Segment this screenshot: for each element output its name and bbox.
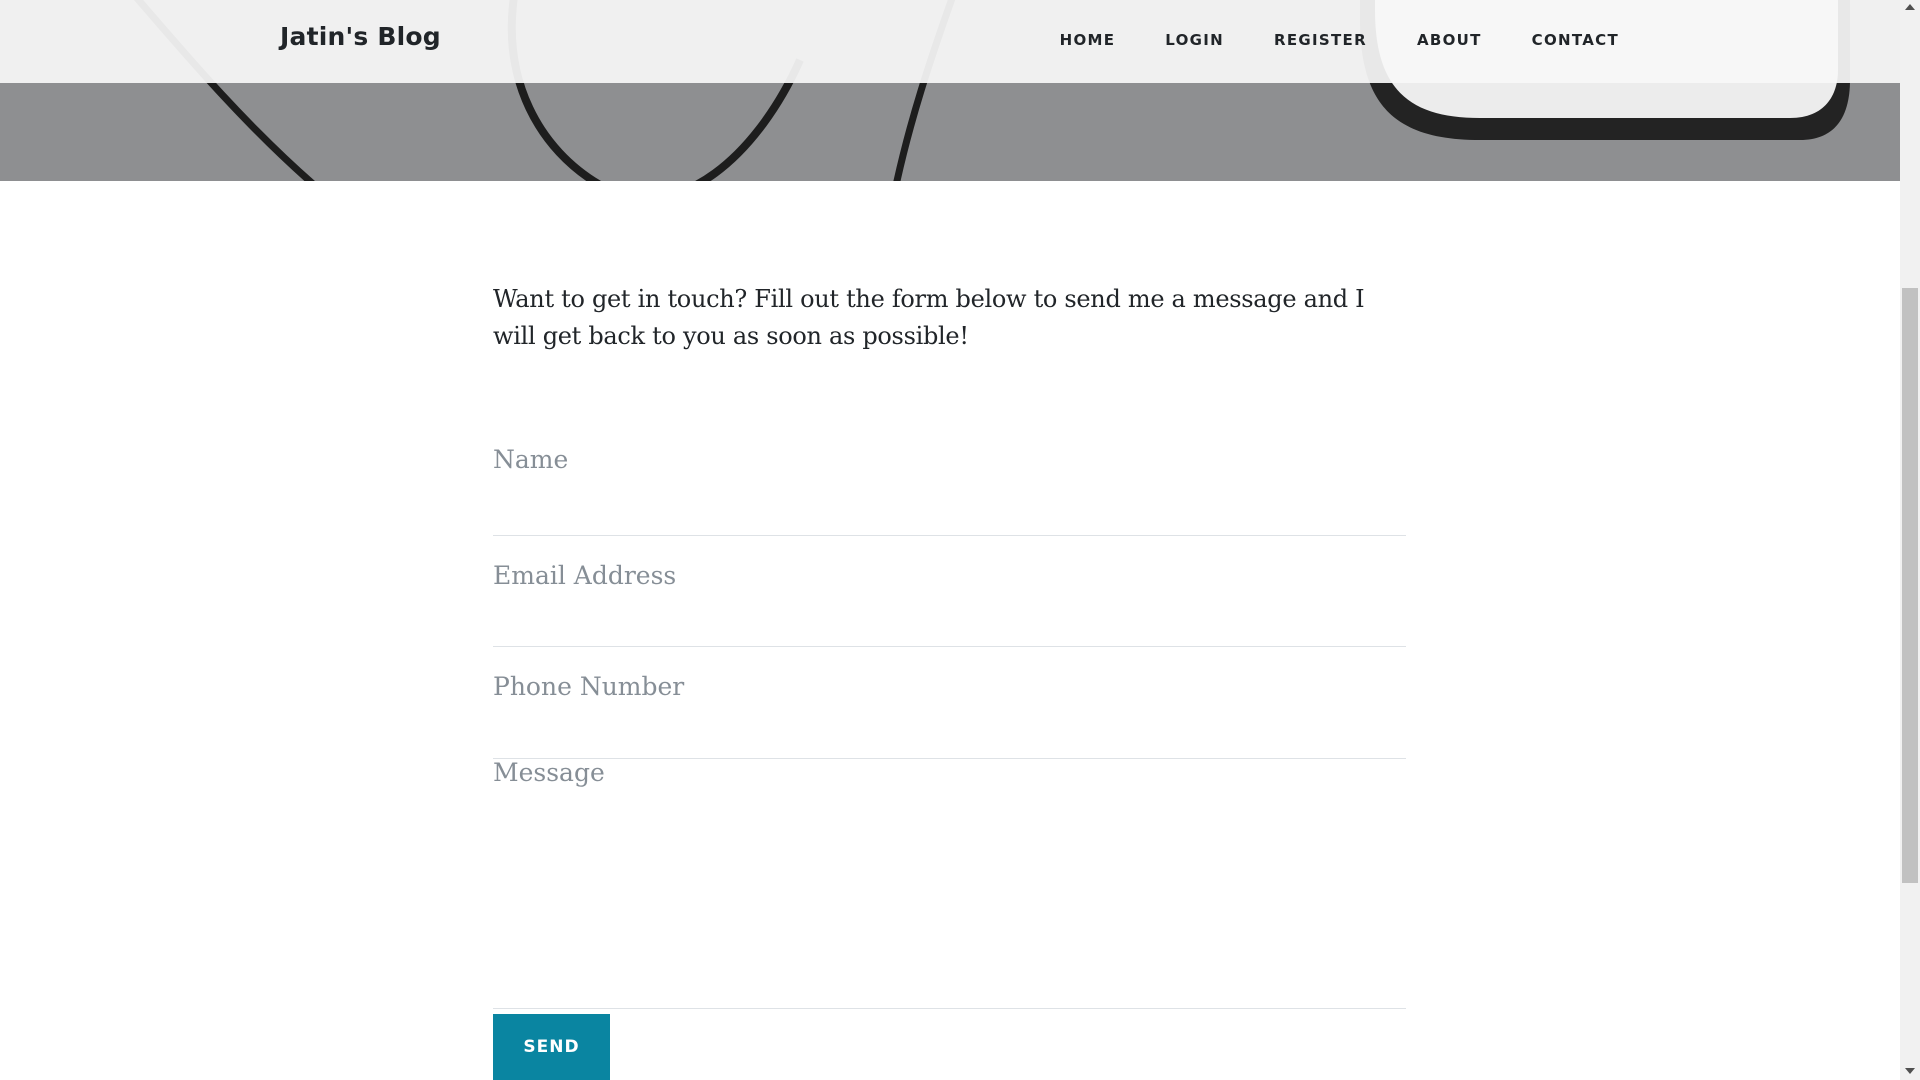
nav-link-about[interactable]: ABOUT bbox=[1417, 31, 1482, 49]
page: Jatin's Blog HOME LOGIN REGISTER ABOUT C… bbox=[0, 0, 1900, 1080]
nav-link-login[interactable]: LOGIN bbox=[1165, 31, 1224, 49]
name-input[interactable] bbox=[493, 429, 1406, 489]
triangle-up-icon[interactable] bbox=[1905, 4, 1915, 10]
phone-input[interactable] bbox=[493, 656, 1406, 716]
nav-link-contact[interactable]: CONTACT bbox=[1532, 31, 1619, 49]
top-navbar: Jatin's Blog HOME LOGIN REGISTER ABOUT C… bbox=[0, 0, 1900, 83]
triangle-down-icon[interactable] bbox=[1905, 1068, 1915, 1074]
send-button[interactable]: SEND bbox=[493, 1014, 610, 1080]
nav-link-register[interactable]: REGISTER bbox=[1274, 31, 1367, 49]
contact-intro-text: Want to get in touch? Fill out the form … bbox=[493, 285, 1365, 350]
vertical-scrollbar[interactable] bbox=[1900, 0, 1920, 1080]
email-input[interactable] bbox=[493, 545, 1406, 605]
message-field-group bbox=[493, 758, 1406, 1009]
nav-link-home[interactable]: HOME bbox=[1060, 31, 1116, 49]
email-field-group bbox=[493, 535, 1406, 647]
nav-links: HOME LOGIN REGISTER ABOUT CONTACT bbox=[1010, 31, 1619, 49]
name-field-group bbox=[493, 429, 1406, 536]
brand-logo-link[interactable]: Jatin's Blog bbox=[280, 22, 441, 51]
contact-section: Want to get in touch? Fill out the form … bbox=[493, 281, 1406, 1080]
phone-field-group bbox=[493, 646, 1406, 759]
message-textarea[interactable] bbox=[493, 758, 1406, 978]
scrollbar-thumb[interactable] bbox=[1902, 288, 1918, 883]
